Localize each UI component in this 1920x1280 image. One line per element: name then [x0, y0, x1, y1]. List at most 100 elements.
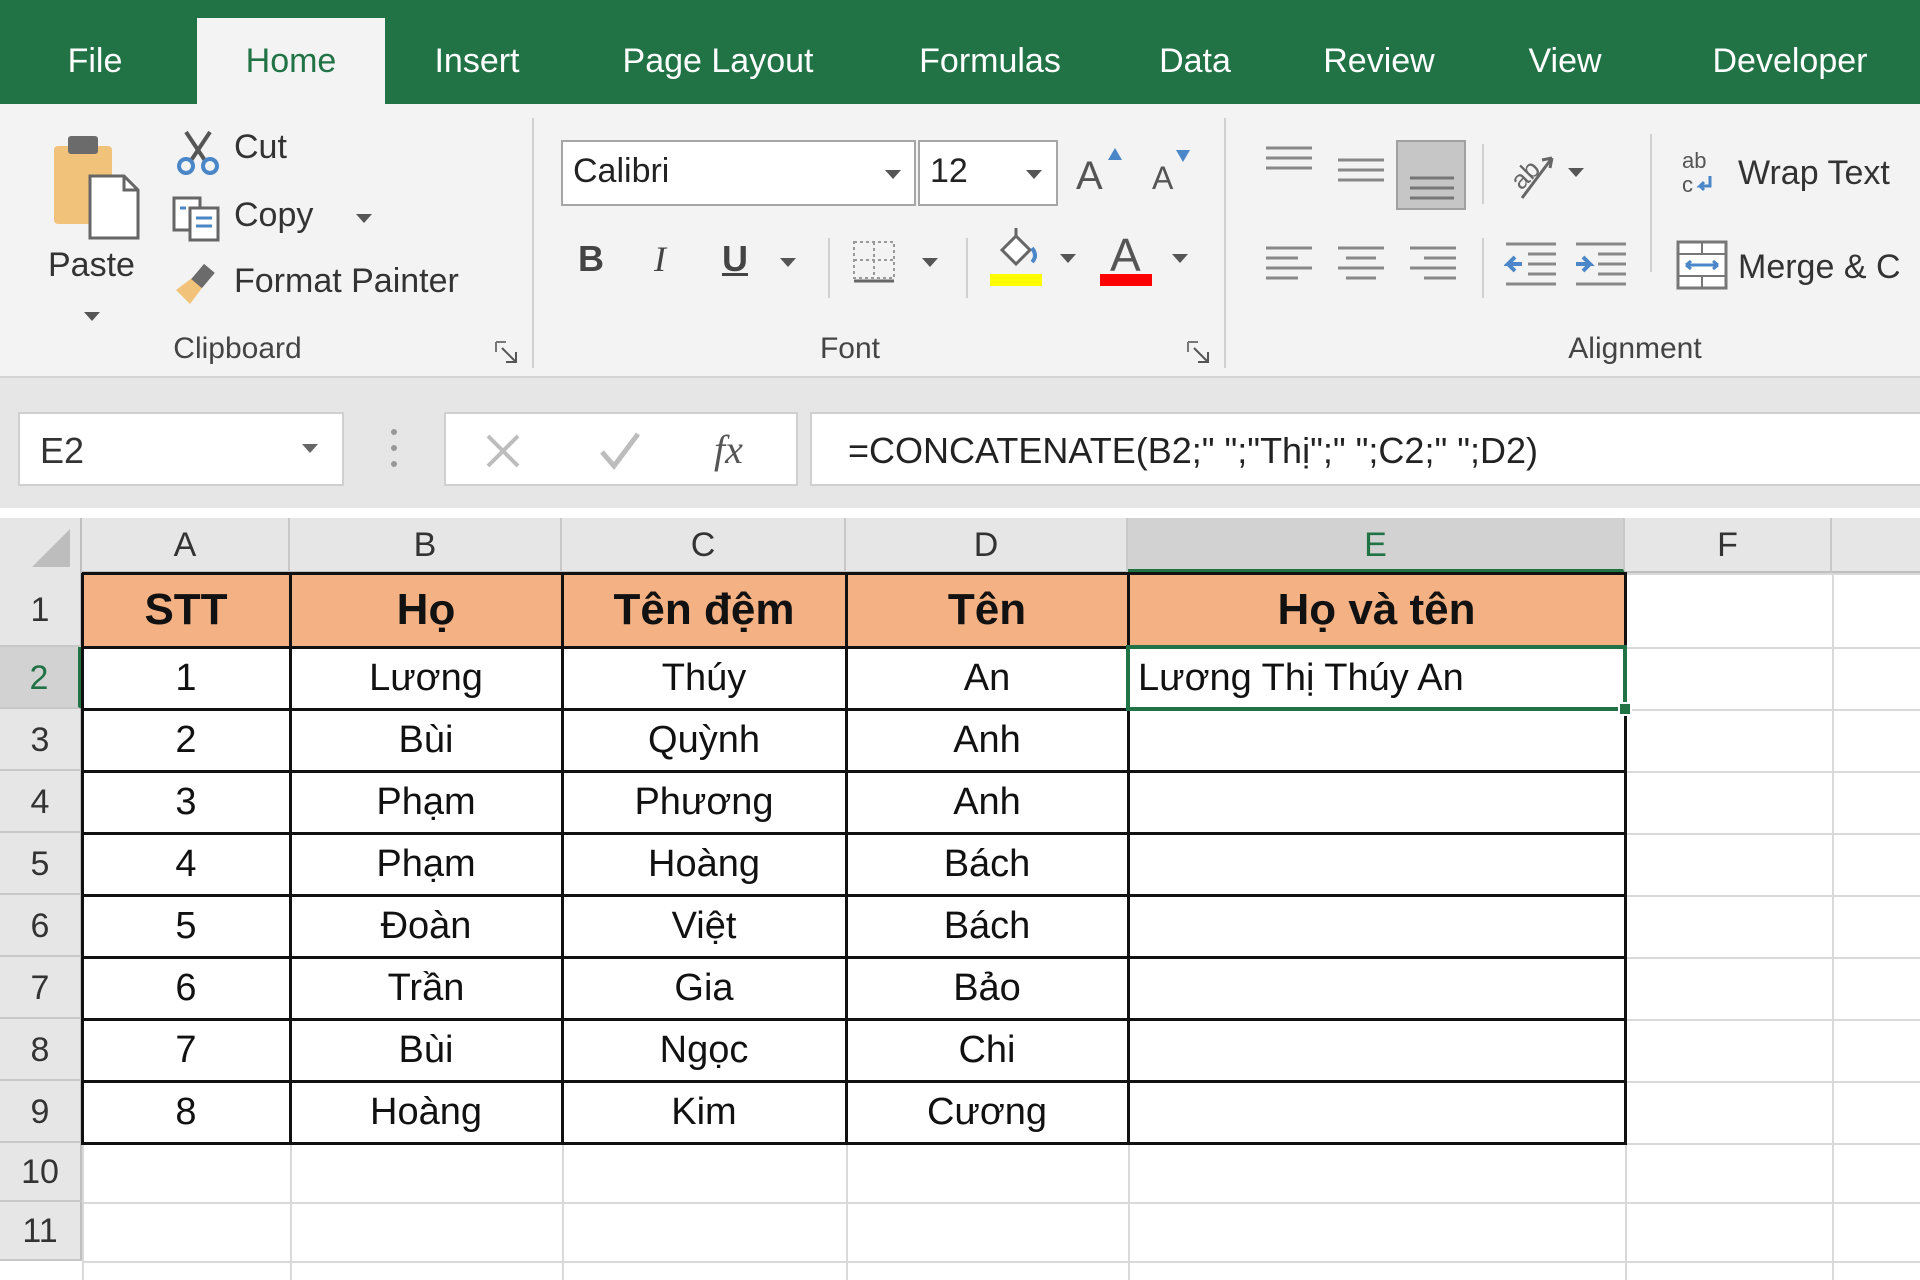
font-color-button[interactable]: A [1098, 224, 1194, 288]
tab-data[interactable]: Data [1140, 18, 1250, 104]
merge-center-button[interactable]: Merge & C [1674, 234, 1920, 298]
font-size-dropdown[interactable]: 12 [918, 140, 1058, 206]
cell-e1-header[interactable]: Họ và tên [1128, 573, 1625, 647]
paste-button[interactable]: Paste [30, 126, 160, 336]
cell-e5[interactable] [1128, 833, 1625, 895]
paste-dropdown-arrow[interactable] [84, 312, 100, 321]
cell-d6[interactable]: Bách [846, 895, 1128, 957]
cell-b4[interactable]: Phạm [290, 771, 562, 833]
cell-c5[interactable]: Hoàng [562, 833, 846, 895]
tab-page-layout[interactable]: Page Layout [594, 18, 842, 104]
row-header-8[interactable]: 8 [0, 1019, 82, 1081]
font-dialog-launcher-icon[interactable] [1186, 340, 1212, 366]
tab-review[interactable]: Review [1304, 18, 1454, 104]
cell-c7[interactable]: Gia [562, 957, 846, 1019]
fill-color-button[interactable] [988, 224, 1084, 288]
underline-button[interactable]: U [716, 230, 806, 286]
grow-font-button[interactable]: A [1072, 146, 1128, 204]
cell-c2[interactable]: Thúy [562, 647, 846, 709]
cell-e8[interactable] [1128, 1019, 1625, 1081]
cell-d1-header[interactable]: Tên [846, 573, 1128, 647]
italic-button[interactable]: I [644, 230, 688, 286]
column-header-d[interactable]: D [846, 518, 1128, 573]
align-left-icon[interactable] [1264, 244, 1314, 284]
cell-b9[interactable]: Hoàng [290, 1081, 562, 1143]
shrink-font-button[interactable]: A [1146, 146, 1202, 204]
copy-button[interactable]: Copy [170, 190, 390, 248]
borders-dropdown-arrow[interactable] [922, 258, 938, 267]
column-header-b[interactable]: B [290, 518, 562, 573]
name-box[interactable]: E2 [18, 412, 344, 486]
wrap-text-button[interactable]: ab c Wrap Text [1676, 142, 1920, 206]
insert-function-icon[interactable]: fx [714, 426, 743, 473]
orientation-button[interactable]: ab [1500, 144, 1590, 204]
increase-indent-icon[interactable] [1574, 240, 1628, 288]
column-header-f[interactable]: F [1625, 518, 1832, 573]
column-header-a[interactable]: A [82, 518, 290, 573]
formula-bar-grip-icon[interactable] [390, 428, 398, 468]
name-box-dropdown-arrow[interactable] [302, 444, 318, 453]
cell-c3[interactable]: Quỳnh [562, 709, 846, 771]
row-header-10[interactable]: 10 [0, 1143, 82, 1202]
row-header-7[interactable]: 7 [0, 957, 82, 1019]
cell-e7[interactable] [1128, 957, 1625, 1019]
cell-c1-header[interactable]: Tên đệm [562, 573, 846, 647]
worksheet-grid[interactable]: A B C D E F 1 2 3 4 5 6 7 8 9 10 11 STT Họ Tên đệm Tê… [0, 508, 1920, 1280]
clipboard-dialog-launcher-icon[interactable] [494, 340, 520, 366]
cell-b1-header[interactable]: Họ [290, 573, 562, 647]
enter-check-icon[interactable] [598, 430, 642, 472]
cell-a8[interactable]: 7 [82, 1019, 290, 1081]
cell-e3[interactable] [1128, 709, 1625, 771]
tab-formulas[interactable]: Formulas [894, 18, 1086, 104]
cell-a4[interactable]: 3 [82, 771, 290, 833]
font-name-dropdown[interactable]: Calibri [561, 140, 916, 206]
cut-button[interactable]: Cut [170, 122, 330, 180]
cell-d2[interactable]: An [846, 647, 1128, 709]
format-painter-button[interactable]: Format Painter [170, 256, 500, 314]
cell-b5[interactable]: Phạm [290, 833, 562, 895]
cell-e6[interactable] [1128, 895, 1625, 957]
cell-b3[interactable]: Bùi [290, 709, 562, 771]
fill-handle[interactable] [1618, 702, 1632, 716]
copy-dropdown-arrow[interactable] [356, 214, 372, 223]
cell-c9[interactable]: Kim [562, 1081, 846, 1143]
align-right-icon[interactable] [1408, 244, 1458, 284]
formula-input[interactable]: =CONCATENATE(B2;" ";"Thị";" ";C2;" ";D2) [810, 412, 1920, 486]
cell-d8[interactable]: Chi [846, 1019, 1128, 1081]
row-header-9[interactable]: 9 [0, 1081, 82, 1143]
row-header-11[interactable]: 11 [0, 1202, 82, 1261]
fill-color-dropdown-arrow[interactable] [1060, 254, 1076, 263]
decrease-indent-icon[interactable] [1504, 240, 1558, 288]
row-header-1[interactable]: 1 [0, 573, 82, 647]
cell-d3[interactable]: Anh [846, 709, 1128, 771]
cell-b7[interactable]: Trần [290, 957, 562, 1019]
row-header-5[interactable]: 5 [0, 833, 82, 895]
cell-a1-header[interactable]: STT [82, 573, 290, 647]
cell-d7[interactable]: Bảo [846, 957, 1128, 1019]
cell-c6[interactable]: Việt [562, 895, 846, 957]
cell-d5[interactable]: Bách [846, 833, 1128, 895]
cell-d4[interactable]: Anh [846, 771, 1128, 833]
tab-file[interactable]: File [30, 18, 160, 104]
cell-a6[interactable]: 5 [82, 895, 290, 957]
select-all-button[interactable] [0, 518, 82, 573]
cell-a3[interactable]: 2 [82, 709, 290, 771]
borders-button[interactable] [850, 230, 940, 286]
bottom-align-button[interactable] [1396, 140, 1466, 210]
align-center-icon[interactable] [1336, 244, 1386, 284]
top-align-icon[interactable] [1264, 144, 1314, 178]
tab-home[interactable]: Home [197, 18, 385, 104]
bold-button[interactable]: B [572, 230, 616, 286]
tab-insert[interactable]: Insert [412, 18, 542, 104]
cell-c4[interactable]: Phương [562, 771, 846, 833]
underline-dropdown-arrow[interactable] [780, 258, 796, 267]
cell-c8[interactable]: Ngọc [562, 1019, 846, 1081]
column-header-e[interactable]: E [1128, 518, 1625, 573]
cell-b6[interactable]: Đoàn [290, 895, 562, 957]
cell-e9[interactable] [1128, 1081, 1625, 1143]
cell-a5[interactable]: 4 [82, 833, 290, 895]
cell-e4[interactable] [1128, 771, 1625, 833]
cell-b2[interactable]: Lương [290, 647, 562, 709]
tab-developer[interactable]: Developer [1680, 18, 1900, 104]
row-header-2[interactable]: 2 [0, 647, 82, 709]
